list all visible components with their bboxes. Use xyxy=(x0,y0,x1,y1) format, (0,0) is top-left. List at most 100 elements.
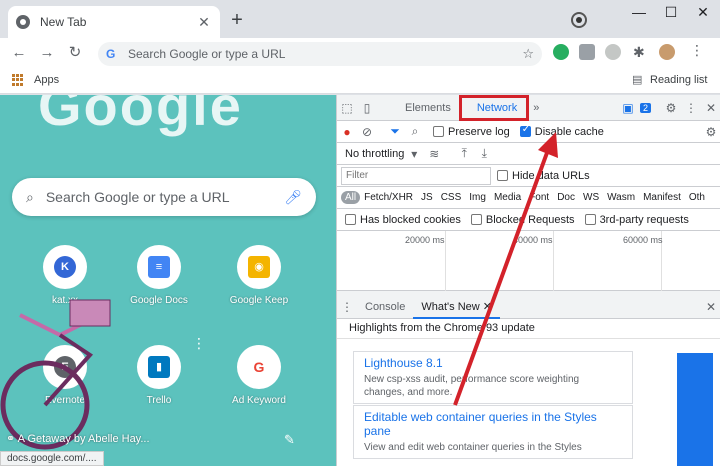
tab-elements[interactable]: Elements xyxy=(397,95,459,121)
chevron-down-icon[interactable]: ▾ xyxy=(404,147,424,161)
maximize-button[interactable]: ☐ xyxy=(656,4,686,22)
filter-css[interactable]: CSS xyxy=(437,191,466,204)
issues-icon[interactable]: ▣ xyxy=(618,101,638,115)
filter-fetch-xhr[interactable]: Fetch/XHR xyxy=(360,191,417,204)
network-settings-gear-icon[interactable]: ⚙ xyxy=(701,125,720,139)
settings-gear-icon[interactable]: ⚙ xyxy=(661,101,681,115)
hide-data-urls-checkbox[interactable]: Hide data URLs xyxy=(497,170,590,182)
background-attribution[interactable]: ⚭ A Getaway by Abelle Hay... xyxy=(6,432,150,445)
filter-input[interactable] xyxy=(341,166,491,185)
download-icon[interactable]: ⤓ xyxy=(474,146,494,161)
tab-whats-new-label: What's New xyxy=(421,300,480,313)
status-url-bubble: docs.google.com/.... xyxy=(0,451,104,466)
omnibox-placeholder: Search Google or type a URL xyxy=(128,47,286,61)
filter-doc[interactable]: Doc xyxy=(553,191,579,204)
filter-manifest[interactable]: Manifest xyxy=(639,191,685,204)
shortcut-google-keep[interactable]: ◉ Google Keep xyxy=(214,245,304,335)
apps-bookmark[interactable]: Apps xyxy=(34,74,59,86)
new-tab-button[interactable]: + xyxy=(226,10,248,32)
filter-js[interactable]: JS xyxy=(417,191,437,204)
screenshot-extension-icon[interactable] xyxy=(579,44,595,60)
has-blocked-cookies-label: Has blocked cookies xyxy=(360,213,461,226)
search-icon[interactable]: ⌕ xyxy=(405,124,425,139)
shortcut-ad-keyword[interactable]: G Ad Keyword xyxy=(214,345,304,435)
close-window-button[interactable]: ✕ xyxy=(688,4,718,22)
record-icon[interactable]: ● xyxy=(337,125,357,139)
preserve-log-checkbox[interactable]: Preserve log xyxy=(433,126,510,138)
filter-all[interactable]: All xyxy=(341,191,361,204)
media-record-icon[interactable] xyxy=(571,12,587,28)
promo-image xyxy=(677,353,713,466)
disable-cache-label: Disable cache xyxy=(534,125,604,138)
timeline-tick: 20000 ms xyxy=(405,235,445,245)
google-g-icon: G xyxy=(248,356,270,378)
microphone-icon[interactable]: 🎤︎ xyxy=(284,189,302,206)
bookmark-star-icon[interactable]: ☆ xyxy=(522,46,534,62)
ntp-search-placeholder: Search Google or type a URL xyxy=(45,189,230,205)
checkbox-box xyxy=(345,214,356,225)
google-logo: Google xyxy=(38,95,243,137)
apps-grid-icon xyxy=(12,74,24,86)
filter-media[interactable]: Media xyxy=(490,191,525,204)
cookie-filter-row: Has blocked cookies Blocked Requests 3rd… xyxy=(337,209,720,231)
card-description: View and edit web container queries in t… xyxy=(364,442,582,453)
filter-ws[interactable]: WS xyxy=(579,191,603,204)
drawer-menu-icon[interactable]: ⋮ xyxy=(337,300,357,314)
devtools-panel: ⬚ ▯ Elements Network » ▣ 2 ⚙ ⋮ ✕ ● ⊘ ⏷ ⌕ … xyxy=(336,95,720,466)
resource-type-filters: All Fetch/XHR JS CSS Img Media Font Doc … xyxy=(337,187,720,209)
card-title[interactable]: Editable web container queries in the St… xyxy=(364,410,622,438)
link-extension-icon[interactable] xyxy=(605,44,621,60)
reading-list-button[interactable]: Reading list xyxy=(650,74,707,86)
devtools-menu-icon[interactable]: ⋮ xyxy=(681,101,701,115)
tab-new-tab[interactable]: New Tab ✕ xyxy=(8,6,220,38)
third-party-checkbox[interactable]: 3rd-party requests xyxy=(584,214,689,226)
shortcut-tile: ≡ xyxy=(137,245,181,289)
filter-funnel-icon[interactable]: ⏷ xyxy=(385,124,405,139)
devtools-close-icon[interactable]: ✕ xyxy=(701,101,720,115)
customize-pencil-icon[interactable]: ✎ xyxy=(284,432,295,448)
disable-cache-checkbox[interactable]: Disable cache xyxy=(519,124,604,138)
tab-close-icon[interactable]: ✕ xyxy=(196,14,212,31)
bookmarks-bar: Apps ▤ Reading list xyxy=(0,68,720,94)
card-description: New csp-xss audit, performance score wei… xyxy=(364,374,580,398)
hide-data-urls-label: Hide data URLs xyxy=(512,169,590,182)
google-docs-icon: ≡ xyxy=(148,256,170,278)
minimize-button[interactable]: — xyxy=(624,4,654,22)
filter-font[interactable]: Font xyxy=(525,191,553,204)
issues-count-badge[interactable]: 2 xyxy=(639,102,651,113)
forward-arrow-icon[interactable]: → xyxy=(36,42,58,64)
blocked-requests-label: Blocked Requests xyxy=(485,213,575,226)
drawer-tab-bar: ⋮ Console What's New ✕ ✕ xyxy=(337,295,720,319)
trello-icon: ▮ xyxy=(148,356,170,378)
back-arrow-icon[interactable]: ← xyxy=(8,42,30,64)
filter-img[interactable]: Img xyxy=(465,191,490,204)
filter-wasm[interactable]: Wasm xyxy=(603,191,639,204)
tab-strip: New Tab ✕ + — ☐ ✕ xyxy=(0,0,720,38)
filter-other[interactable]: Oth xyxy=(685,191,709,204)
blocked-requests-checkbox[interactable]: Blocked Requests xyxy=(470,213,575,226)
tab-whats-new[interactable]: What's New ✕ xyxy=(413,295,500,319)
reload-icon[interactable]: ↻ xyxy=(64,42,86,64)
tab-console[interactable]: Console xyxy=(357,295,413,319)
ntp-search-box[interactable]: ⌕ Search Google or type a URL 🎤︎ xyxy=(12,178,316,216)
drawer-close-icon[interactable]: ✕ xyxy=(701,300,720,314)
extensions-puzzle-icon[interactable]: ✱ xyxy=(633,44,645,61)
wifi-icon[interactable]: ≋ xyxy=(424,147,444,161)
new-tab-page: Google ⌕ Search Google or type a URL 🎤︎ … xyxy=(0,95,336,466)
grammarly-extension-icon[interactable] xyxy=(553,44,569,60)
chrome-menu-icon[interactable]: ⋮ xyxy=(690,42,704,59)
omnibox[interactable]: G Search Google or type a URL ☆ xyxy=(98,42,542,66)
feature-card[interactable]: Editable web container queries in the St… xyxy=(353,405,633,459)
inspect-element-icon[interactable]: ⬚ xyxy=(337,101,357,115)
clear-icon[interactable]: ⊘ xyxy=(357,125,377,139)
profile-avatar[interactable] xyxy=(659,44,675,60)
checkbox-box xyxy=(497,170,508,181)
device-toolbar-icon[interactable]: ▯ xyxy=(357,101,377,115)
card-title[interactable]: Lighthouse 8.1 xyxy=(364,356,622,370)
feature-card[interactable]: Lighthouse 8.1 New csp-xss audit, perfor… xyxy=(353,351,633,404)
shortcut-tile: G xyxy=(237,345,281,389)
throttling-select[interactable]: No throttling xyxy=(345,148,404,160)
tab-close-icon[interactable]: ✕ xyxy=(483,301,492,313)
upload-icon[interactable]: ⤒ xyxy=(454,146,474,161)
has-blocked-cookies-checkbox[interactable]: Has blocked cookies xyxy=(345,214,461,226)
